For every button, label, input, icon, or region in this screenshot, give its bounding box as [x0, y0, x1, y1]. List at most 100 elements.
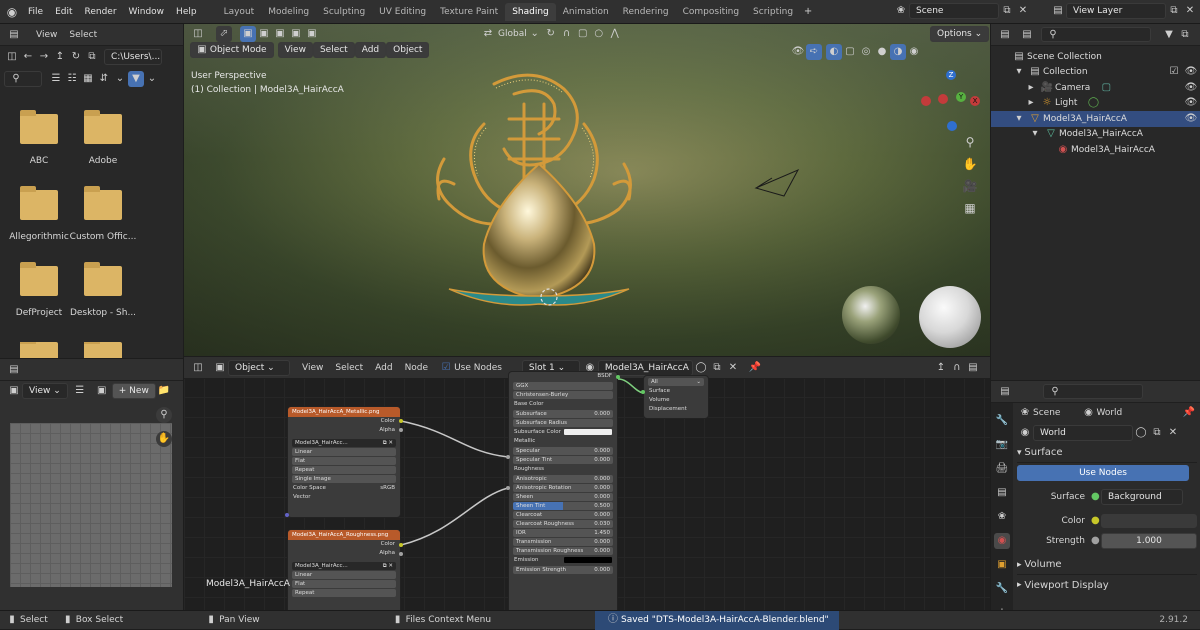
- sort-dropdown-icon[interactable]: ⌄: [112, 71, 128, 87]
- ortho-toggle-icon[interactable]: ▦: [962, 200, 978, 216]
- zoom-icon[interactable]: ⚲: [962, 134, 978, 150]
- vp-menu-select[interactable]: Select: [312, 42, 355, 58]
- tool-tab-icon[interactable]: 🔧: [994, 413, 1010, 429]
- eye-icon[interactable]: 👁: [1183, 64, 1199, 80]
- tree-row-collection[interactable]: ▾ ▤ Collection ☑ 👁: [991, 65, 1200, 81]
- image-texture-node-metallic[interactable]: Model3A_HairAccA_Metallic.png Color Alph…: [287, 406, 401, 518]
- fb-menu-select[interactable]: Select: [69, 30, 97, 40]
- forward-icon[interactable]: →: [36, 49, 52, 65]
- scene-field[interactable]: Scene: [909, 3, 999, 19]
- select-tool-icon[interactable]: ⬀: [216, 26, 232, 42]
- select-intersect-icon[interactable]: ▣: [304, 26, 320, 42]
- select-subtract-icon[interactable]: ▣: [272, 26, 288, 42]
- tab-rendering[interactable]: Rendering: [616, 3, 676, 21]
- pin-icon[interactable]: 📌: [1181, 405, 1197, 421]
- z-axis-icon[interactable]: Z: [946, 70, 956, 80]
- neg-y-axis-icon[interactable]: [938, 94, 948, 104]
- tree-row-model-mesh[interactable]: ▾ ▽ Model3A_HairAccA: [991, 127, 1200, 143]
- volume-panel-header[interactable]: ▸ Volume: [1017, 555, 1197, 575]
- parent-dir-icon[interactable]: ↥: [52, 49, 68, 65]
- folder-item[interactable]: Desktop - Sh...: [64, 262, 142, 318]
- output-input-volume[interactable]: Volume: [644, 396, 708, 405]
- menu-window[interactable]: Window: [129, 7, 165, 17]
- expand-icon[interactable]: ▸: [1023, 95, 1039, 111]
- sort-icon[interactable]: ⇵: [96, 71, 112, 87]
- pan-hand-icon[interactable]: ✋: [962, 156, 978, 172]
- output-input-displacement[interactable]: Displacement: [644, 405, 708, 414]
- solid-shading-icon[interactable]: ●: [874, 44, 890, 60]
- subsurface-method-dropdown[interactable]: Christensen-Burley: [513, 391, 613, 399]
- hair-accessory-model[interactable]: [424, 64, 654, 314]
- wireframe-shading-icon[interactable]: ◎: [858, 44, 874, 60]
- display-thumbnails-icon[interactable]: ▦: [80, 71, 96, 87]
- tree-row-light[interactable]: ▸ ☼ Light ◯ 👁: [991, 96, 1200, 112]
- new-image-button[interactable]: + New: [111, 383, 156, 399]
- scene-icon[interactable]: ❀: [893, 3, 909, 19]
- image-editor-type-icon[interactable]: ▤: [6, 362, 22, 378]
- bsdf-input-row[interactable]: Anisotropic Rotation 0.000: [513, 484, 613, 492]
- emission-color-swatch[interactable]: [564, 557, 612, 563]
- view-layer-icon[interactable]: ▤: [1050, 3, 1066, 19]
- open-image-icon[interactable]: 📁: [156, 383, 172, 399]
- filter-icon[interactable]: ▼: [128, 71, 144, 87]
- bsdf-input-row[interactable]: Transmission 0.000: [513, 538, 613, 546]
- color-swatch[interactable]: [1101, 514, 1197, 528]
- bsdf-input-row[interactable]: Transmission Roughness 0.000: [513, 547, 613, 555]
- select-box-icon[interactable]: ▣: [240, 26, 256, 42]
- socket-bsdf-out[interactable]: [616, 375, 620, 379]
- object-tab-icon[interactable]: ▣: [994, 557, 1010, 573]
- bsdf-input-row[interactable]: IOR 1.450: [513, 529, 613, 537]
- expand-icon[interactable]: ▾: [1011, 111, 1027, 127]
- snap-target-icon[interactable]: ▢: [575, 26, 591, 42]
- socket-metallic-in[interactable]: [506, 455, 510, 459]
- proportional-edit-icon[interactable]: ○: [591, 26, 607, 42]
- properties-editor-type-icon[interactable]: ▤: [997, 384, 1013, 400]
- display-mode-icon[interactable]: ▤: [1019, 27, 1035, 43]
- folder-item[interactable]: [64, 342, 142, 358]
- node-output-color[interactable]: Color: [288, 540, 400, 549]
- ie-view-dropdown[interactable]: View ⌄: [22, 383, 68, 399]
- blender-logo-icon[interactable]: ◉: [4, 4, 20, 20]
- image-datablock-field[interactable]: Model3A_HairAcc... ⧉ ✕: [292, 562, 396, 570]
- node-input-vector[interactable]: Vector: [288, 493, 400, 502]
- expand-icon[interactable]: ▾: [1027, 126, 1043, 142]
- orientation-label[interactable]: Global: [498, 29, 527, 39]
- image-view-icon[interactable]: ▣: [6, 383, 22, 399]
- output-target-dropdown[interactable]: All ⌄: [648, 378, 704, 386]
- tab-uv-editing[interactable]: UV Editing: [372, 3, 433, 21]
- tab-layout[interactable]: Layout: [217, 3, 262, 21]
- tree-row-scene-collection[interactable]: ▤ Scene Collection: [991, 49, 1200, 65]
- snap-icon[interactable]: ∩: [559, 26, 575, 42]
- node-output-alpha[interactable]: Alpha: [288, 426, 400, 435]
- folder-item[interactable]: Adobe: [64, 110, 142, 166]
- tree-row-model-material[interactable]: ◉ Model3A_HairAccA: [991, 142, 1200, 158]
- world-browse-icon[interactable]: ◉: [1017, 425, 1033, 441]
- hamburger-menu-icon[interactable]: ☰: [72, 383, 88, 399]
- tree-row-camera[interactable]: ▸ 🎥 Camera ▢ 👁: [991, 80, 1200, 96]
- viewport-display-panel-header[interactable]: ▸ Viewport Display: [1017, 575, 1197, 595]
- extension-dropdown[interactable]: Repeat: [292, 589, 396, 597]
- surface-panel-header[interactable]: ▾ Surface: [1017, 443, 1197, 463]
- transform-orientation-icon[interactable]: ⇄: [480, 26, 496, 42]
- select-invert-icon[interactable]: ▣: [288, 26, 304, 42]
- bsdf-input-row[interactable]: Specular Tint 0.000: [513, 456, 613, 464]
- bsdf-input-row[interactable]: Sheen 0.000: [513, 493, 613, 501]
- visibility-icon[interactable]: 👁: [790, 44, 806, 60]
- socket-vector-in[interactable]: [285, 513, 289, 517]
- new-view-layer-icon[interactable]: ⧉: [1166, 3, 1182, 19]
- editor-type-icon[interactable]: ▤: [6, 27, 22, 43]
- shader-node-editor[interactable]: ◫ ▣ Object ⌄ View Select Add Node ☑ Use …: [184, 357, 990, 610]
- view-layer-tab-icon[interactable]: ▤: [994, 485, 1010, 501]
- add-workspace-icon[interactable]: +: [800, 4, 816, 20]
- rendered-shading-icon[interactable]: ◉: [906, 44, 922, 60]
- properties-search-input[interactable]: ⚲: [1043, 384, 1143, 399]
- fb-menu-view[interactable]: View: [36, 30, 57, 40]
- bsdf-input-row[interactable]: Base Color: [509, 400, 617, 409]
- bsdf-input-row[interactable]: Sheen Tint 0.500: [513, 502, 613, 510]
- socket-surface-in[interactable]: [641, 390, 645, 394]
- pivot-icon[interactable]: ↻: [543, 26, 559, 42]
- y-axis-icon[interactable]: Y: [956, 92, 966, 102]
- world-tab-icon[interactable]: ◉: [994, 533, 1010, 549]
- pan-hand-icon[interactable]: ✋: [156, 431, 172, 447]
- source-dropdown[interactable]: Single Image: [292, 475, 396, 483]
